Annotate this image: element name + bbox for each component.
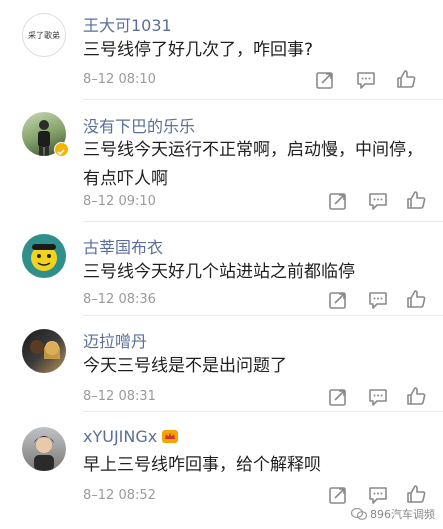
comment-time: 8–12 08:36	[83, 292, 156, 307]
share-icon[interactable]	[314, 69, 336, 91]
comment-icon[interactable]	[355, 69, 377, 91]
avatar[interactable]	[22, 427, 66, 471]
avatar[interactable]	[22, 329, 66, 373]
thumbs-up-icon[interactable]	[405, 483, 427, 505]
comment-text: 三号线停了好几次了，咋回事?	[83, 40, 314, 60]
avatar-figure	[34, 436, 54, 471]
avatar-figure	[31, 244, 57, 271]
avatar[interactable]: 采了歌弟	[22, 13, 66, 57]
comment-item: 迈拉噌丹 今天三号线是不是出问题了 8–12 08:31	[0, 316, 443, 412]
comment-text: 三号线今天好几个站进站之前都临停	[83, 262, 355, 282]
comment-icon[interactable]	[367, 190, 389, 212]
comment-text: 今天三号线是不是出问题了	[83, 356, 287, 376]
thumbs-up-icon[interactable]	[395, 68, 417, 90]
thumbs-up-icon[interactable]	[405, 385, 427, 407]
crown-badge-icon	[162, 430, 179, 443]
username-text[interactable]: xYUJINGx	[83, 427, 157, 446]
share-icon[interactable]	[327, 190, 349, 212]
share-icon[interactable]	[327, 386, 349, 408]
watermark: 896汽车调频	[351, 506, 435, 522]
comment-icon[interactable]	[367, 289, 389, 311]
wechat-logo-icon	[351, 508, 367, 520]
comment-item: 没有下巴的乐乐 三号线今天运行不正常啊，启动慢，中间停，有点吓人啊 8–12 0…	[0, 100, 443, 222]
comment-username[interactable]: xYUJINGx	[83, 427, 179, 446]
comment-item: 采了歌弟 王大可1031 三号线停了好几次了，咋回事? 8–12 08:10	[0, 0, 443, 100]
comment-icon[interactable]	[367, 386, 389, 408]
comment-text: 三号线今天运行不正常啊，启动慢，中间停，有点吓人啊	[83, 140, 423, 189]
comment-icon[interactable]	[367, 484, 389, 506]
comment-time: 8–12 09:10	[83, 194, 156, 209]
verified-badge-icon	[54, 142, 69, 157]
comment-username[interactable]: 古莘国布衣	[83, 234, 163, 258]
comment-username[interactable]: 王大可1031	[83, 12, 172, 36]
avatar[interactable]	[22, 234, 66, 278]
comment-username[interactable]: 没有下巴的乐乐	[83, 113, 195, 137]
avatar-figure	[30, 340, 60, 359]
avatar-text: 采了歌弟	[28, 30, 60, 40]
thumbs-up-icon[interactable]	[405, 189, 427, 211]
comment-item: 古莘国布衣 三号线今天好几个站进站之前都临停 8–12 08:36	[0, 222, 443, 316]
comment-time: 8–12 08:10	[83, 72, 156, 87]
share-icon[interactable]	[327, 289, 349, 311]
share-icon[interactable]	[327, 484, 349, 506]
comment-time: 8–12 08:52	[83, 488, 156, 503]
comment-text: 早上三号线咋回事，给个解释呗	[83, 455, 321, 475]
comment-username[interactable]: 迈拉噌丹	[83, 328, 147, 352]
watermark-text: 896汽车调频	[370, 508, 435, 521]
comment-time: 8–12 08:31	[83, 389, 156, 404]
thumbs-up-icon[interactable]	[405, 288, 427, 310]
